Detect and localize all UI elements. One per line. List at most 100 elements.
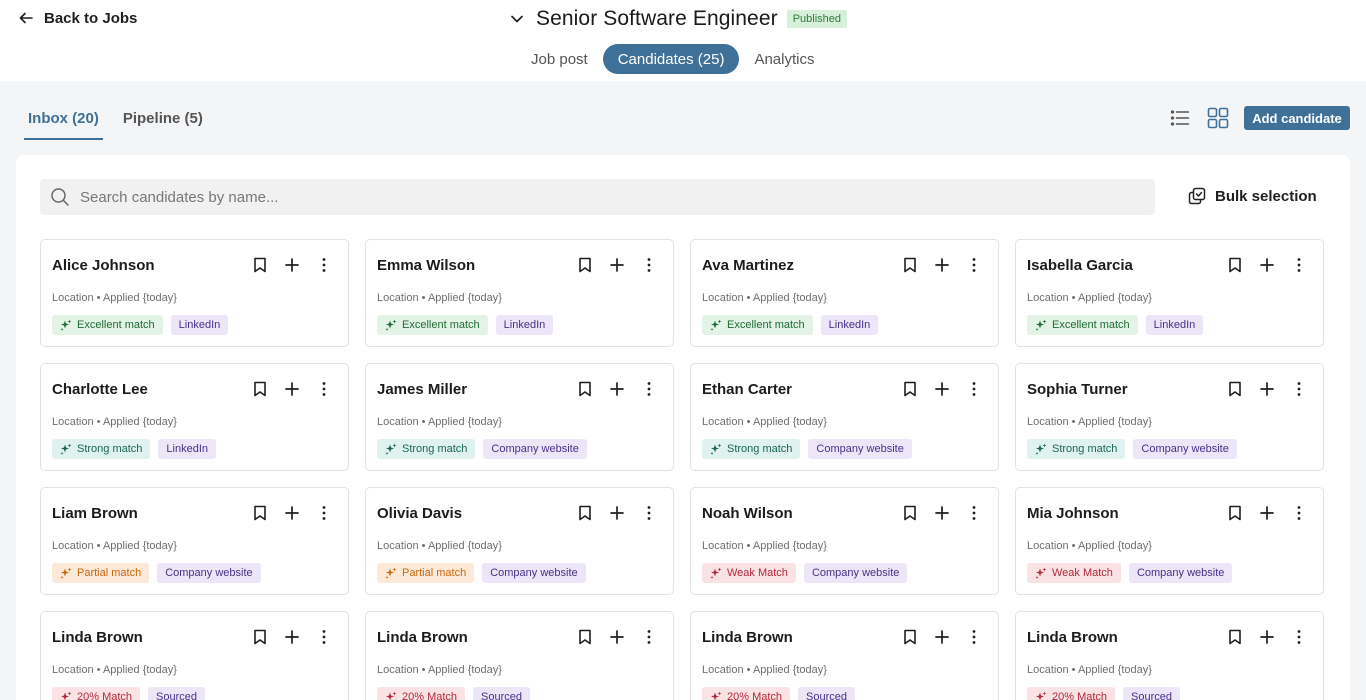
candidate-tags: 20% Match Sourced — [1027, 687, 1181, 700]
more-vertical-icon[interactable] — [964, 379, 984, 399]
more-vertical-icon[interactable] — [314, 379, 334, 399]
sparkle-icon — [60, 443, 72, 455]
bulk-selection-button[interactable]: Bulk selection — [1188, 187, 1317, 205]
add-icon[interactable] — [932, 503, 952, 523]
source-badge: Company website — [482, 563, 586, 583]
list-view-icon[interactable] — [1168, 106, 1192, 130]
candidate-card[interactable]: Linda Brown Location • Applied {today} 2… — [690, 611, 999, 700]
candidate-card[interactable]: Mia Johnson Location • Applied {today} W… — [1015, 487, 1324, 595]
candidate-name: Linda Brown — [702, 629, 793, 646]
bookmark-icon[interactable] — [250, 503, 270, 523]
add-icon[interactable] — [282, 627, 302, 647]
add-icon[interactable] — [282, 379, 302, 399]
match-badge: 20% Match — [702, 687, 791, 700]
bookmark-icon[interactable] — [1225, 379, 1245, 399]
tab-pipeline[interactable]: Pipeline (5) — [119, 108, 207, 140]
more-vertical-icon[interactable] — [1289, 503, 1309, 523]
candidate-card[interactable]: Linda Brown Location • Applied {today} 2… — [40, 611, 349, 700]
add-icon[interactable] — [932, 255, 952, 275]
more-vertical-icon[interactable] — [1289, 255, 1309, 275]
add-candidate-button[interactable]: Add candidate — [1244, 106, 1350, 130]
candidate-meta: Location • Applied {today} — [52, 292, 177, 304]
candidate-meta: Location • Applied {today} — [702, 664, 827, 676]
sparkle-icon — [710, 567, 722, 579]
bookmark-icon[interactable] — [250, 379, 270, 399]
bookmark-icon[interactable] — [250, 255, 270, 275]
bookmark-icon[interactable] — [575, 379, 595, 399]
bookmark-icon[interactable] — [575, 503, 595, 523]
add-icon[interactable] — [607, 379, 627, 399]
candidate-card[interactable]: Charlotte Lee Location • Applied {today}… — [40, 363, 349, 471]
add-icon[interactable] — [1257, 255, 1277, 275]
candidate-name: Sophia Turner — [1027, 381, 1128, 398]
bookmark-icon[interactable] — [900, 503, 920, 523]
more-vertical-icon[interactable] — [1289, 627, 1309, 647]
add-icon[interactable] — [1257, 503, 1277, 523]
more-vertical-icon[interactable] — [639, 255, 659, 275]
chevron-down-icon[interactable] — [508, 10, 526, 28]
source-badge: Company website — [808, 439, 912, 459]
add-icon[interactable] — [1257, 379, 1277, 399]
more-vertical-icon[interactable] — [314, 627, 334, 647]
candidate-card[interactable]: Linda Brown Location • Applied {today} 2… — [365, 611, 674, 700]
match-label: Strong match — [402, 443, 468, 455]
back-to-jobs-link[interactable]: Back to Jobs — [18, 9, 137, 27]
candidate-tags: Partial match Company website — [52, 563, 261, 583]
bookmark-icon[interactable] — [900, 255, 920, 275]
bookmark-icon[interactable] — [900, 379, 920, 399]
more-vertical-icon[interactable] — [964, 255, 984, 275]
match-label: Strong match — [1052, 443, 1118, 455]
search-input[interactable] — [80, 188, 1080, 206]
card-actions — [250, 379, 334, 399]
add-icon[interactable] — [282, 255, 302, 275]
add-icon[interactable] — [607, 255, 627, 275]
bookmark-icon[interactable] — [1225, 503, 1245, 523]
candidate-card[interactable]: Emma Wilson Location • Applied {today} E… — [365, 239, 674, 347]
bookmark-icon[interactable] — [1225, 255, 1245, 275]
bookmark-icon[interactable] — [250, 627, 270, 647]
add-icon[interactable] — [1257, 627, 1277, 647]
add-icon[interactable] — [932, 379, 952, 399]
add-icon[interactable] — [607, 503, 627, 523]
more-vertical-icon[interactable] — [1289, 379, 1309, 399]
tab-analytics[interactable]: Analytics — [739, 44, 829, 74]
status-badge: Published — [786, 10, 848, 28]
add-icon[interactable] — [607, 627, 627, 647]
candidate-card[interactable]: Isabella Garcia Location • Applied {toda… — [1015, 239, 1324, 347]
more-vertical-icon[interactable] — [964, 503, 984, 523]
more-vertical-icon[interactable] — [639, 379, 659, 399]
add-icon[interactable] — [282, 503, 302, 523]
match-badge: Strong match — [1027, 439, 1126, 459]
bookmark-icon[interactable] — [575, 627, 595, 647]
candidate-card[interactable]: Alice Johnson Location • Applied {today}… — [40, 239, 349, 347]
candidate-card[interactable]: Olivia Davis Location • Applied {today} … — [365, 487, 674, 595]
more-vertical-icon[interactable] — [964, 627, 984, 647]
match-badge: 20% Match — [52, 687, 141, 700]
add-icon[interactable] — [932, 627, 952, 647]
candidate-card[interactable]: Linda Brown Location • Applied {today} 2… — [1015, 611, 1324, 700]
more-vertical-icon[interactable] — [639, 503, 659, 523]
bookmark-icon[interactable] — [900, 627, 920, 647]
candidate-tags: Excellent match LinkedIn — [702, 315, 879, 335]
tab-job-post[interactable]: Job post — [516, 44, 603, 74]
candidate-card[interactable]: Noah Wilson Location • Applied {today} W… — [690, 487, 999, 595]
match-label: 20% Match — [77, 691, 133, 700]
bookmark-icon[interactable] — [575, 255, 595, 275]
candidate-card[interactable]: Ava Martinez Location • Applied {today} … — [690, 239, 999, 347]
candidate-card[interactable]: Ethan Carter Location • Applied {today} … — [690, 363, 999, 471]
candidate-card[interactable]: Liam Brown Location • Applied {today} Pa… — [40, 487, 349, 595]
tab-candidates[interactable]: Candidates (25) — [602, 44, 740, 74]
candidate-name: Mia Johnson — [1027, 505, 1119, 522]
tab-inbox[interactable]: Inbox (20) — [24, 108, 103, 140]
candidate-card[interactable]: James Miller Location • Applied {today} … — [365, 363, 674, 471]
match-label: 20% Match — [727, 691, 783, 700]
sparkle-icon — [60, 319, 72, 331]
candidate-tags: Excellent match LinkedIn — [1027, 315, 1204, 335]
bookmark-icon[interactable] — [1225, 627, 1245, 647]
more-vertical-icon[interactable] — [314, 503, 334, 523]
more-vertical-icon[interactable] — [314, 255, 334, 275]
match-badge: Partial match — [377, 563, 475, 583]
more-vertical-icon[interactable] — [639, 627, 659, 647]
candidate-card[interactable]: Sophia Turner Location • Applied {today}… — [1015, 363, 1324, 471]
grid-view-icon[interactable] — [1206, 106, 1230, 130]
